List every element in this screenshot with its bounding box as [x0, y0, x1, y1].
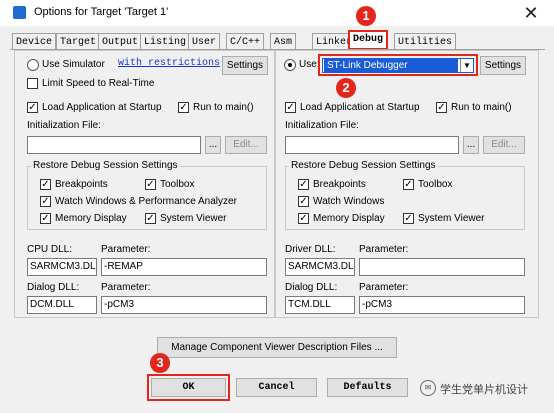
- left-system-viewer-checkbox[interactable]: ✓: [145, 213, 156, 224]
- left-system-viewer-label: System Viewer: [160, 213, 227, 224]
- simulator-settings-button[interactable]: Settings: [222, 56, 268, 75]
- tab-listing[interactable]: Listing: [140, 33, 191, 50]
- right-load-app-checkbox[interactable]: ✓: [285, 102, 296, 113]
- title-bar: Options for Target 'Target 1' ✕: [0, 0, 554, 26]
- left-load-app-checkbox[interactable]: ✓: [27, 102, 38, 113]
- right-toolbox-label: Toolbox: [418, 179, 453, 190]
- right-dialog-dll-label: Dialog DLL:: [285, 282, 338, 293]
- right-load-app-label: Load Application at Startup: [300, 102, 420, 113]
- close-icon[interactable]: ✕: [518, 2, 544, 24]
- right-breakpoints-label: Breakpoints: [313, 179, 366, 190]
- step-badge-1: 1: [356, 6, 376, 26]
- right-memory-checkbox[interactable]: ✓: [298, 213, 309, 224]
- driver-param-input[interactable]: [359, 258, 525, 276]
- use-debugger-label: Use:: [299, 59, 320, 70]
- cpu-param-label: Parameter:: [101, 244, 151, 255]
- driver-param-label: Parameter:: [359, 244, 409, 255]
- use-simulator-radio[interactable]: [27, 59, 39, 71]
- chevron-down-icon[interactable]: ▼: [460, 59, 473, 72]
- right-run-main-checkbox[interactable]: ✓: [436, 102, 447, 113]
- right-system-viewer-checkbox[interactable]: ✓: [403, 213, 414, 224]
- left-run-main-checkbox[interactable]: ✓: [178, 102, 189, 113]
- right-system-viewer-label: System Viewer: [418, 213, 485, 224]
- right-memory-label: Memory Display: [313, 213, 385, 224]
- tab-cpp[interactable]: C/C++: [226, 33, 265, 50]
- tab-device[interactable]: Device: [12, 33, 57, 50]
- limit-speed-label: Limit Speed to Real-Time: [42, 78, 155, 89]
- left-toolbox-label: Toolbox: [160, 179, 195, 190]
- left-init-file-input[interactable]: [27, 136, 201, 154]
- left-memory-checkbox[interactable]: ✓: [40, 213, 51, 224]
- with-restrictions-link[interactable]: with restrictions: [118, 58, 220, 69]
- left-dialog-param-input[interactable]: -pCM3: [101, 296, 267, 314]
- left-dialog-dll-input[interactable]: DCM.DLL: [27, 296, 97, 314]
- tab-output[interactable]: Output: [98, 33, 143, 50]
- right-watch-label: Watch Windows: [313, 196, 385, 207]
- left-breakpoints-label: Breakpoints: [55, 179, 108, 190]
- manage-component-viewer-button[interactable]: Manage Component Viewer Description File…: [157, 337, 397, 358]
- watermark: 学生党单片机设计: [440, 384, 528, 396]
- left-edit-button[interactable]: Edit...: [225, 136, 267, 154]
- right-init-file-label: Initialization File:: [285, 120, 359, 131]
- left-watch-checkbox[interactable]: ✓: [40, 196, 51, 207]
- tab-asm[interactable]: Asm: [270, 33, 297, 50]
- debugger-select[interactable]: ST-Link Debugger ▼: [322, 58, 474, 73]
- tab-debug[interactable]: Debug: [348, 30, 389, 50]
- use-debugger-radio[interactable]: [284, 59, 296, 71]
- window-title: Options for Target 'Target 1': [34, 6, 169, 18]
- left-dialog-param-label: Parameter:: [101, 282, 151, 293]
- driver-dll-label: Driver DLL:: [285, 244, 336, 255]
- left-load-app-label: Load Application at Startup: [42, 102, 162, 113]
- right-watch-checkbox[interactable]: ✓: [298, 196, 309, 207]
- right-toolbox-checkbox[interactable]: ✓: [403, 179, 414, 190]
- right-dialog-dll-input[interactable]: TCM.DLL: [285, 296, 355, 314]
- ok-button[interactable]: OK: [151, 378, 226, 397]
- left-watch-label: Watch Windows & Performance Analyzer: [55, 196, 237, 207]
- right-browse-button[interactable]: ...: [463, 136, 479, 154]
- driver-dll-input[interactable]: SARMCM3.DLL: [285, 258, 355, 276]
- left-dialog-dll-label: Dialog DLL:: [27, 282, 80, 293]
- cpu-dll-label: CPU DLL:: [27, 244, 73, 255]
- right-dialog-param-input[interactable]: -pCM3: [359, 296, 525, 314]
- defaults-button[interactable]: Defaults: [327, 378, 408, 397]
- wechat-icon: ✉: [420, 380, 436, 396]
- cpu-param-input[interactable]: -REMAP: [101, 258, 267, 276]
- right-dialog-param-label: Parameter:: [359, 282, 409, 293]
- right-breakpoints-checkbox[interactable]: ✓: [298, 179, 309, 190]
- right-run-main-label: Run to main(): [451, 102, 512, 113]
- cpu-dll-input[interactable]: SARMCM3.DLL: [27, 258, 97, 276]
- tab-utilities[interactable]: Utilities: [394, 33, 457, 50]
- right-restore-title: Restore Debug Session Settings: [289, 160, 438, 171]
- tab-user[interactable]: User: [188, 33, 221, 50]
- app-icon: [13, 6, 26, 19]
- left-memory-label: Memory Display: [55, 213, 127, 224]
- left-init-file-label: Initialization File:: [27, 120, 101, 131]
- step-badge-3: 3: [150, 353, 170, 373]
- right-init-file-input[interactable]: [285, 136, 459, 154]
- left-toolbox-checkbox[interactable]: ✓: [145, 179, 156, 190]
- tab-target[interactable]: Target: [56, 33, 101, 50]
- left-breakpoints-checkbox[interactable]: ✓: [40, 179, 51, 190]
- left-restore-title: Restore Debug Session Settings: [31, 160, 180, 171]
- step-badge-2: 2: [336, 78, 356, 98]
- right-edit-button[interactable]: Edit...: [483, 136, 525, 154]
- cancel-button[interactable]: Cancel: [236, 378, 317, 397]
- left-run-main-label: Run to main(): [193, 102, 254, 113]
- use-simulator-label: Use Simulator: [42, 59, 105, 70]
- limit-speed-checkbox[interactable]: [27, 78, 38, 89]
- left-browse-button[interactable]: ...: [205, 136, 221, 154]
- debugger-select-value: ST-Link Debugger: [324, 59, 458, 72]
- debugger-settings-button[interactable]: Settings: [480, 56, 526, 75]
